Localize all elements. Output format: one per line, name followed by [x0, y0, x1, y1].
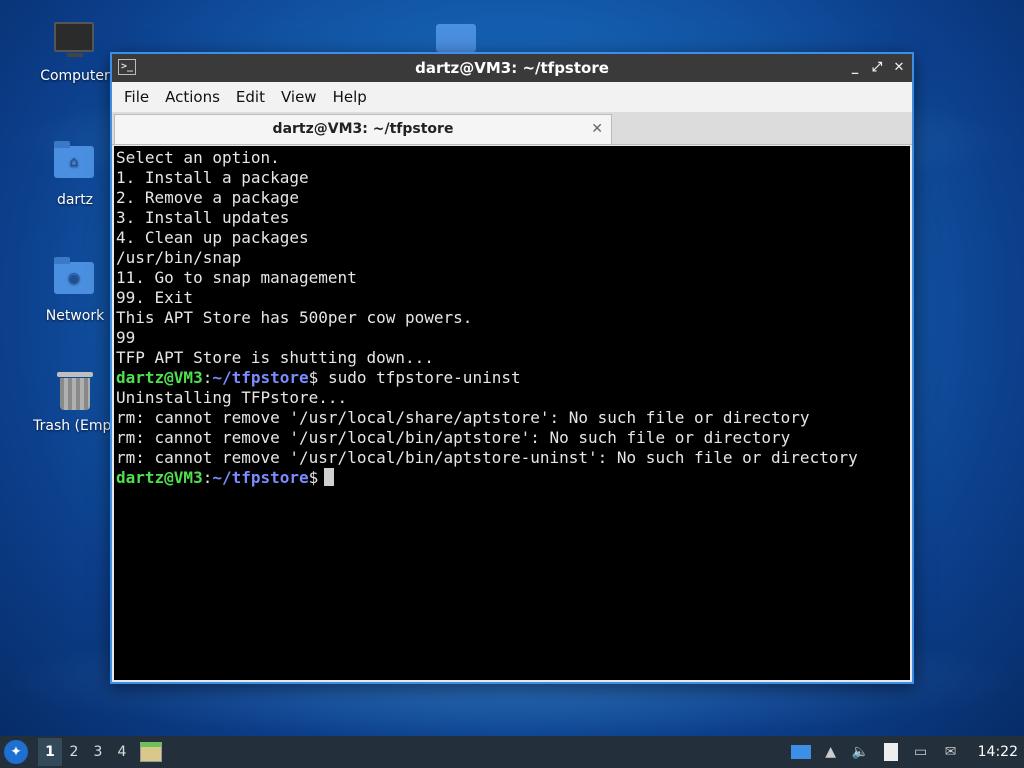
close-button[interactable]: ✕	[888, 54, 910, 82]
terminal-line: 1. Install a package	[116, 168, 309, 187]
workspace-1[interactable]: 1	[38, 738, 62, 766]
prompt-user: dartz@VM3	[116, 468, 203, 487]
menu-file[interactable]: File	[116, 88, 157, 106]
prompt-line: dartz@VM3:~/tfpstore$ sudo tfpstore-unin…	[116, 368, 910, 388]
prompt-line: dartz@VM3:~/tfpstore$	[116, 468, 910, 488]
maximize-button[interactable]: ⤢	[866, 54, 888, 82]
terminal-line: Select an option.	[116, 148, 280, 167]
start-menu-icon[interactable]: ✦	[4, 740, 28, 764]
prompt-path: ~/tfpstore	[212, 468, 309, 487]
tab-terminal[interactable]: dartz@VM3: ~/tfpstore ✕	[114, 114, 612, 144]
menu-edit[interactable]: Edit	[228, 88, 273, 106]
terminal-line: 3. Install updates	[116, 208, 290, 227]
network-folder-icon: ◉	[54, 257, 96, 302]
terminal-line: rm: cannot remove '/usr/local/share/apts…	[116, 408, 810, 427]
menu-actions[interactable]: Actions	[157, 88, 228, 106]
terminal-line: 11. Go to snap management	[116, 268, 357, 287]
terminal-line: This APT Store has 500per cow powers.	[116, 308, 473, 327]
updates-icon[interactable]: ▲	[818, 742, 844, 762]
prompt-sign: $	[308, 368, 319, 387]
text-cursor	[324, 468, 335, 486]
clipboard-icon[interactable]	[878, 742, 904, 762]
display-icon[interactable]	[788, 742, 814, 762]
file-manager-icon[interactable]	[140, 742, 162, 762]
terminal-icon: >_	[118, 59, 136, 75]
prompt-user: dartz@VM3	[116, 368, 203, 387]
minimize-button[interactable]: _	[844, 54, 866, 82]
volume-icon[interactable]: 🔈	[848, 742, 874, 762]
tab-bar: dartz@VM3: ~/tfpstore ✕	[112, 112, 912, 145]
workspace-3[interactable]: 3	[86, 744, 110, 760]
window-title: dartz@VM3: ~/tfpstore	[415, 59, 609, 77]
tab-label: dartz@VM3: ~/tfpstore	[272, 121, 454, 137]
terminal-line: TFP APT Store is shutting down...	[116, 348, 434, 367]
terminal-line: /usr/bin/snap	[116, 248, 242, 267]
terminal-line: rm: cannot remove '/usr/local/bin/aptsto…	[116, 448, 858, 467]
trash-icon	[54, 372, 96, 412]
terminal-line: 2. Remove a package	[116, 188, 300, 207]
notification-icon[interactable]: ✉	[938, 742, 964, 762]
folder-icon[interactable]	[436, 24, 476, 52]
menu-help[interactable]: Help	[325, 88, 375, 106]
title-bar[interactable]: >_ dartz@VM3: ~/tfpstore _ ⤢ ✕	[112, 54, 912, 82]
prompt-separator: :	[202, 368, 213, 387]
terminal-line: rm: cannot remove '/usr/local/bin/aptsto…	[116, 428, 791, 447]
terminal-output[interactable]: Select an option. 1. Install a package 2…	[114, 146, 910, 680]
prompt-sign: $	[308, 468, 319, 487]
prompt-path: ~/tfpstore	[212, 368, 309, 387]
prompt-command: sudo tfpstore-uninst	[318, 368, 521, 387]
menu-view[interactable]: View	[273, 88, 325, 106]
computer-icon	[54, 22, 96, 62]
terminal-line: 4. Clean up packages	[116, 228, 309, 247]
network-icon[interactable]: ▭	[908, 742, 934, 762]
terminal-line: 99	[116, 328, 136, 347]
menu-bar: File Actions Edit View Help	[112, 82, 912, 112]
terminal-window: >_ dartz@VM3: ~/tfpstore _ ⤢ ✕ File Acti…	[110, 52, 914, 684]
workspace-2[interactable]: 2	[62, 744, 86, 760]
taskbar: ✦ 1 2 3 4 ▲ 🔈 ▭ ✉ 14:22	[0, 736, 1024, 768]
terminal-line: Uninstalling TFPstore...	[116, 388, 348, 407]
workspace-4[interactable]: 4	[110, 744, 134, 760]
tab-close-icon[interactable]: ✕	[591, 115, 603, 143]
system-tray: ▲ 🔈 ▭ ✉ 14:22	[788, 736, 1024, 768]
clock[interactable]: 14:22	[978, 744, 1018, 760]
prompt-separator: :	[202, 468, 213, 487]
home-folder-icon: ⌂	[54, 141, 96, 186]
terminal-line: 99. Exit	[116, 288, 194, 307]
